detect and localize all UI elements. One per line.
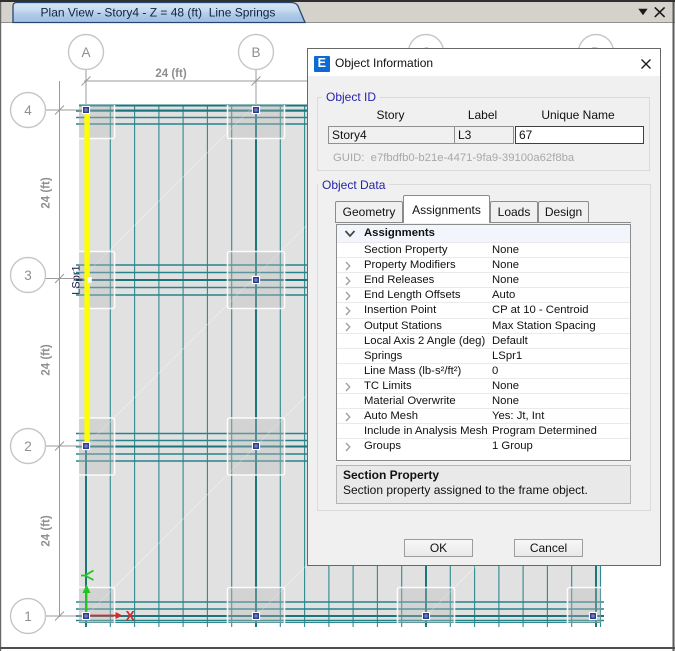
svg-text:LSpr1: LSpr1 <box>71 265 83 294</box>
svg-text:Plan View - Story4 - Z = 48 (f: Plan View - Story4 - Z = 48 (ft) Line Sp… <box>41 6 276 20</box>
svg-text:3: 3 <box>24 268 32 283</box>
svg-text:24 (ft): 24 (ft) <box>155 68 186 80</box>
svg-text:24 (ft): 24 (ft) <box>41 344 53 375</box>
svg-text:24 (ft): 24 (ft) <box>41 515 53 546</box>
svg-text:X: X <box>126 608 136 624</box>
svg-text:24 (ft): 24 (ft) <box>41 177 53 208</box>
svg-text:B: B <box>251 45 260 60</box>
svg-text:2: 2 <box>24 439 32 454</box>
svg-text:A: A <box>81 45 90 60</box>
svg-text:1: 1 <box>24 609 32 624</box>
svg-text:4: 4 <box>24 103 32 118</box>
